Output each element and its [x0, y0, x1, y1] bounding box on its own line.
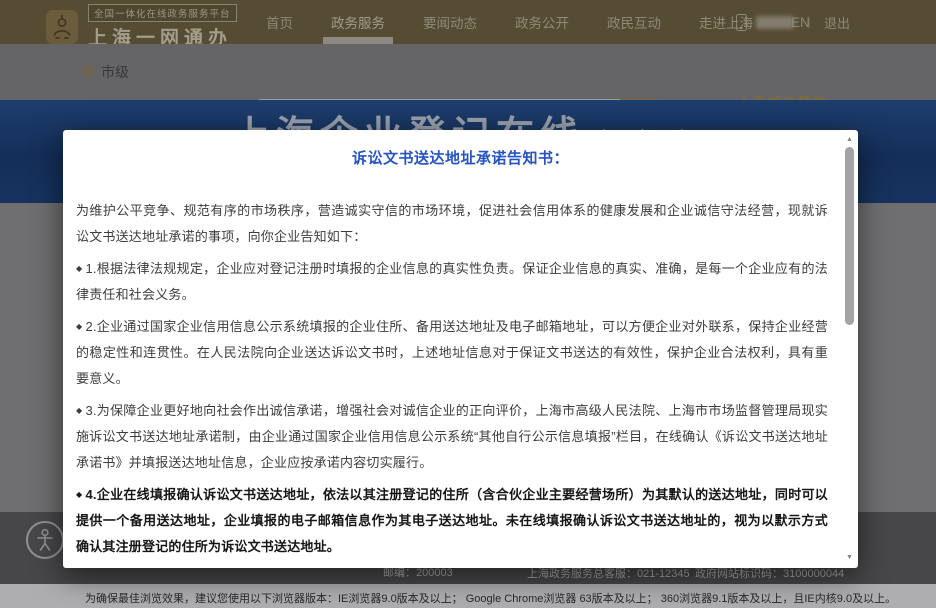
platform-badge: 全国一体化在线政务服务平台 [88, 4, 237, 22]
header-divider: ｜ [803, 14, 815, 31]
search-bar-row: 市级 上海城市精神 海纳百川 · 追求卓越 · 开明睿智 · 大气谦和 [0, 44, 936, 100]
modal-paragraph-intro: 为维护公平竞争、规范有序的市场秩序，营造诚实守信的市场环境，促进社会信用体系的健… [76, 198, 828, 250]
top-header-bar: 全国一体化在线政务服务平台 上海一网通办 首页 政务服务 要闻动态 政务公开 政… [0, 0, 936, 44]
scroll-up-icon[interactable]: ▲ [843, 135, 856, 145]
page: 全国一体化在线政务服务平台 上海一网通办 首页 政务服务 要闻动态 政务公开 政… [0, 0, 936, 608]
nav-item-government-services[interactable]: 政务服务 [327, 0, 389, 44]
main-nav: 首页 政务服务 要闻动态 政务公开 政民互动 走进上海 EN [262, 0, 814, 44]
modal-paragraph-4: ◆4.企业在线填报确认诉讼文书送达地址，依法以其注册登记的住所（含合伙企业主要经… [76, 482, 828, 560]
header-user-area: ｜ 退出 [736, 0, 850, 44]
notice-modal: 诉讼文书送达地址承诺告知书： 为维护公平竞争、规范有序的市场秩序，营造诚实守信的… [63, 130, 858, 568]
bullet-icon: ◆ [76, 490, 82, 499]
nav-item-home[interactable]: 首页 [262, 0, 297, 44]
nav-item-open-government[interactable]: 政务公开 [511, 0, 573, 44]
bullet-icon: ◆ [76, 322, 82, 331]
region-selector[interactable]: 市级 [84, 44, 129, 100]
browser-notice-strip: 为确保最佳浏览效果，建议您使用以下浏览器版本：IE浏览器9.0版本及以上； Go… [0, 584, 936, 608]
browser-notice-text: 为确保最佳浏览效果，建议您使用以下浏览器版本：IE浏览器9.0版本及以上； Go… [85, 590, 896, 606]
paragraph-text: 3.为保障企业更好地向社会作出诚信承诺，增强社会对诚信企业的正向评价，上海市高级… [76, 403, 828, 470]
paragraph-text: 1.根据法律法规规定，企业应对登记注册时填报的企业信息的真实性负责。保证企业信息… [76, 261, 828, 302]
paragraph-text: 4.企业在线填报确认诉讼文书送达地址，依法以其注册登记的住所（含合伙企业主要经营… [76, 487, 828, 554]
accessibility-person-icon [35, 528, 55, 552]
location-pin-icon [82, 64, 95, 77]
scroll-down-icon[interactable]: ▼ [843, 553, 856, 563]
region-label: 市级 [101, 62, 129, 82]
paragraph-text: 2.企业通过国家企业信用信息公示系统填报的企业住所、备用送达地址及电子邮箱地址，… [76, 319, 828, 386]
accessibility-button[interactable] [26, 521, 64, 559]
scrollbar-thumb[interactable] [845, 147, 854, 325]
username-redacted[interactable] [756, 16, 794, 29]
modal-paragraph-3: ◆3.为保障企业更好地向社会作出诚信承诺，增强社会对诚信企业的正向评价，上海市高… [76, 398, 828, 476]
modal-paragraph-1: ◆1.根据法律法规规定，企业应对登记注册时填报的企业信息的真实性负责。保证企业信… [76, 256, 828, 308]
bullet-icon: ◆ [76, 406, 82, 415]
logo-mascot-icon [46, 10, 78, 44]
modal-content: 为维护公平竞争、规范有序的市场秩序，营造诚实守信的市场环境，促进社会信用体系的健… [63, 198, 858, 568]
nav-item-interaction[interactable]: 政民互动 [603, 0, 665, 44]
modal-paragraph-5: ◆5.企业应当确保在线填报确认或以默示方式确认的诉讼文书送达地址真实、准确，能够… [76, 566, 828, 568]
modal-paragraph-2: ◆2.企业通过国家企业信用信息公示系统填报的企业住所、备用送达地址及电子邮箱地址… [76, 314, 828, 392]
modal-title: 诉讼文书送达地址承诺告知书： [63, 147, 858, 168]
paragraph-text: 为维护公平竞争、规范有序的市场秩序，营造诚实守信的市场环境，促进社会信用体系的健… [76, 203, 828, 244]
modal-scrollbar[interactable]: ▲ ▼ [843, 133, 856, 565]
bullet-icon: ◆ [76, 264, 82, 273]
logout-button[interactable]: 退出 [824, 13, 850, 32]
mobile-phone-icon[interactable] [736, 14, 747, 31]
nav-item-news[interactable]: 要闻动态 [419, 0, 481, 44]
